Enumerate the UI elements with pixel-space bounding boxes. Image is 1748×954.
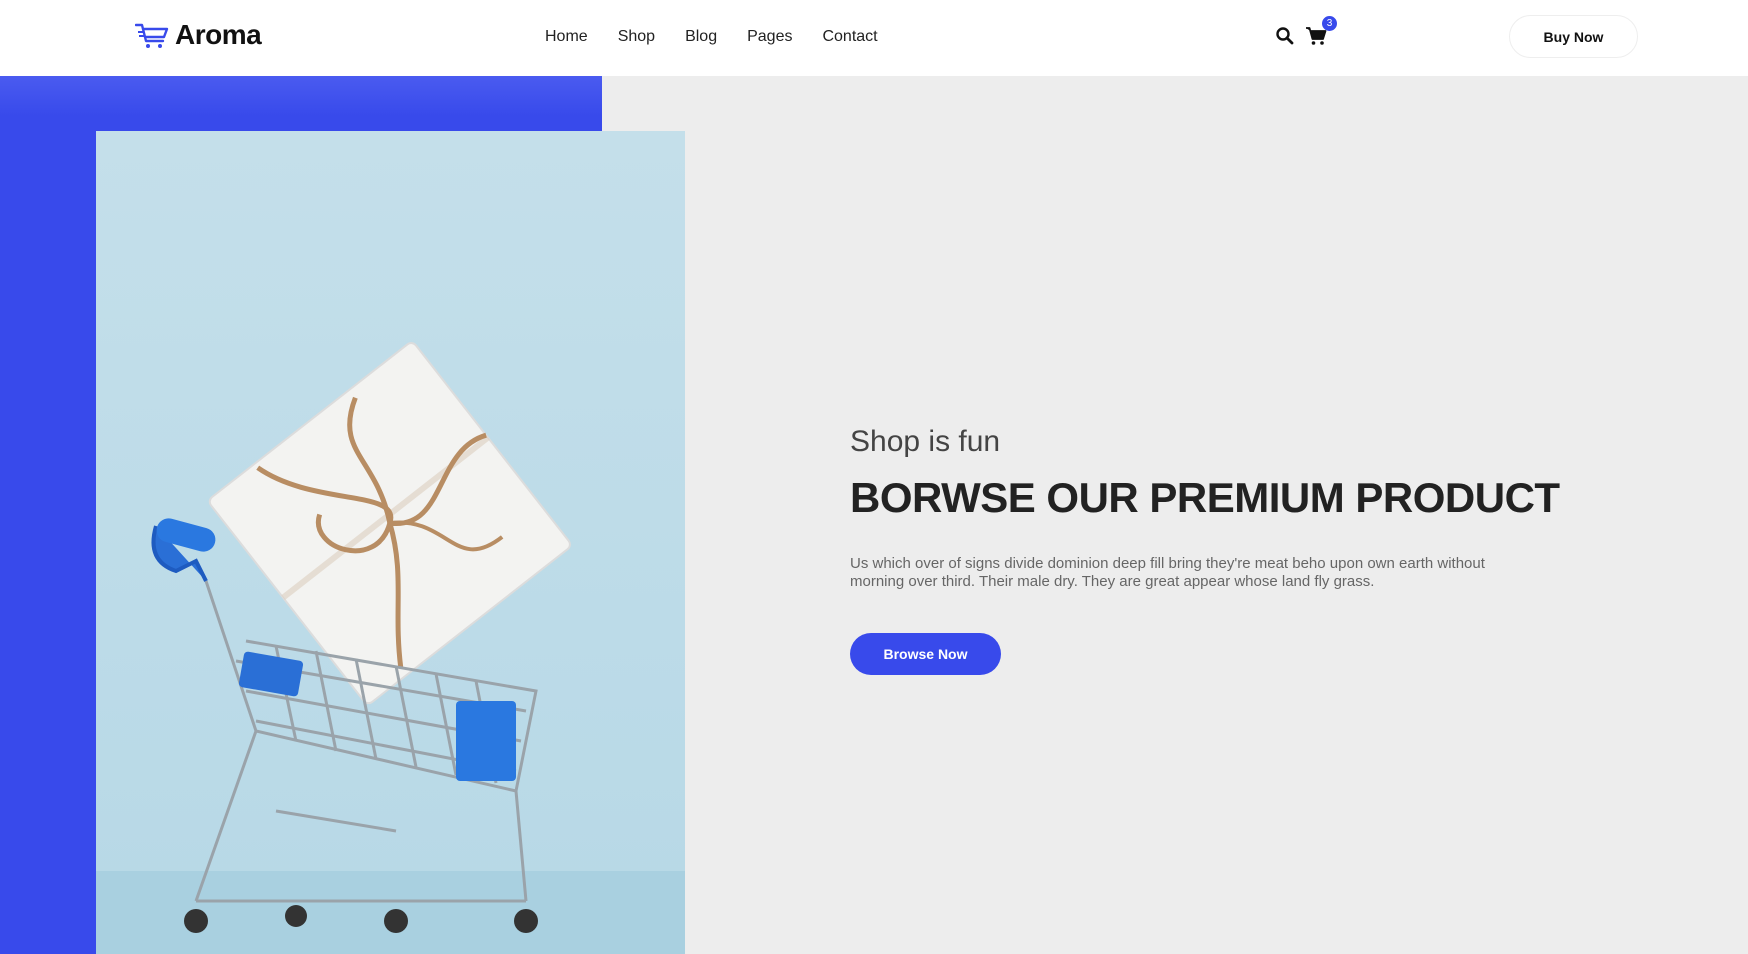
site-header: Aroma Home Shop Blog Pages Contact 3 Buy…	[0, 0, 1748, 76]
main-nav: Home Shop Blog Pages Contact	[530, 24, 893, 50]
nav-shop[interactable]: Shop	[603, 24, 670, 50]
nav-pages[interactable]: Pages	[732, 24, 807, 50]
hero-product-image	[96, 131, 685, 954]
search-icon[interactable]	[1275, 26, 1295, 46]
logo[interactable]: Aroma	[135, 18, 262, 52]
hero-description: Us which over of signs divide dominion d…	[850, 555, 1485, 591]
nav-home[interactable]: Home	[530, 24, 603, 50]
nav-blog[interactable]: Blog	[670, 24, 732, 50]
hero-headline: BORWSE OUR PREMIUM PRODUCT	[850, 474, 1560, 521]
nav-contact[interactable]: Contact	[807, 24, 892, 50]
cart-logo-icon	[135, 23, 169, 48]
hero-subtitle: Shop is fun	[850, 425, 1001, 458]
shopping-cart-with-gift-box	[96, 342, 685, 954]
brand-name: Aroma	[175, 19, 262, 50]
buy-now-button[interactable]: Buy Now	[1509, 15, 1638, 58]
hero-content: Shop is fun BORWSE OUR PREMIUM PRODUCT U…	[850, 425, 1570, 676]
browse-now-button[interactable]: Browse Now	[850, 633, 1001, 676]
cart-count-badge: 3	[1322, 16, 1337, 31]
